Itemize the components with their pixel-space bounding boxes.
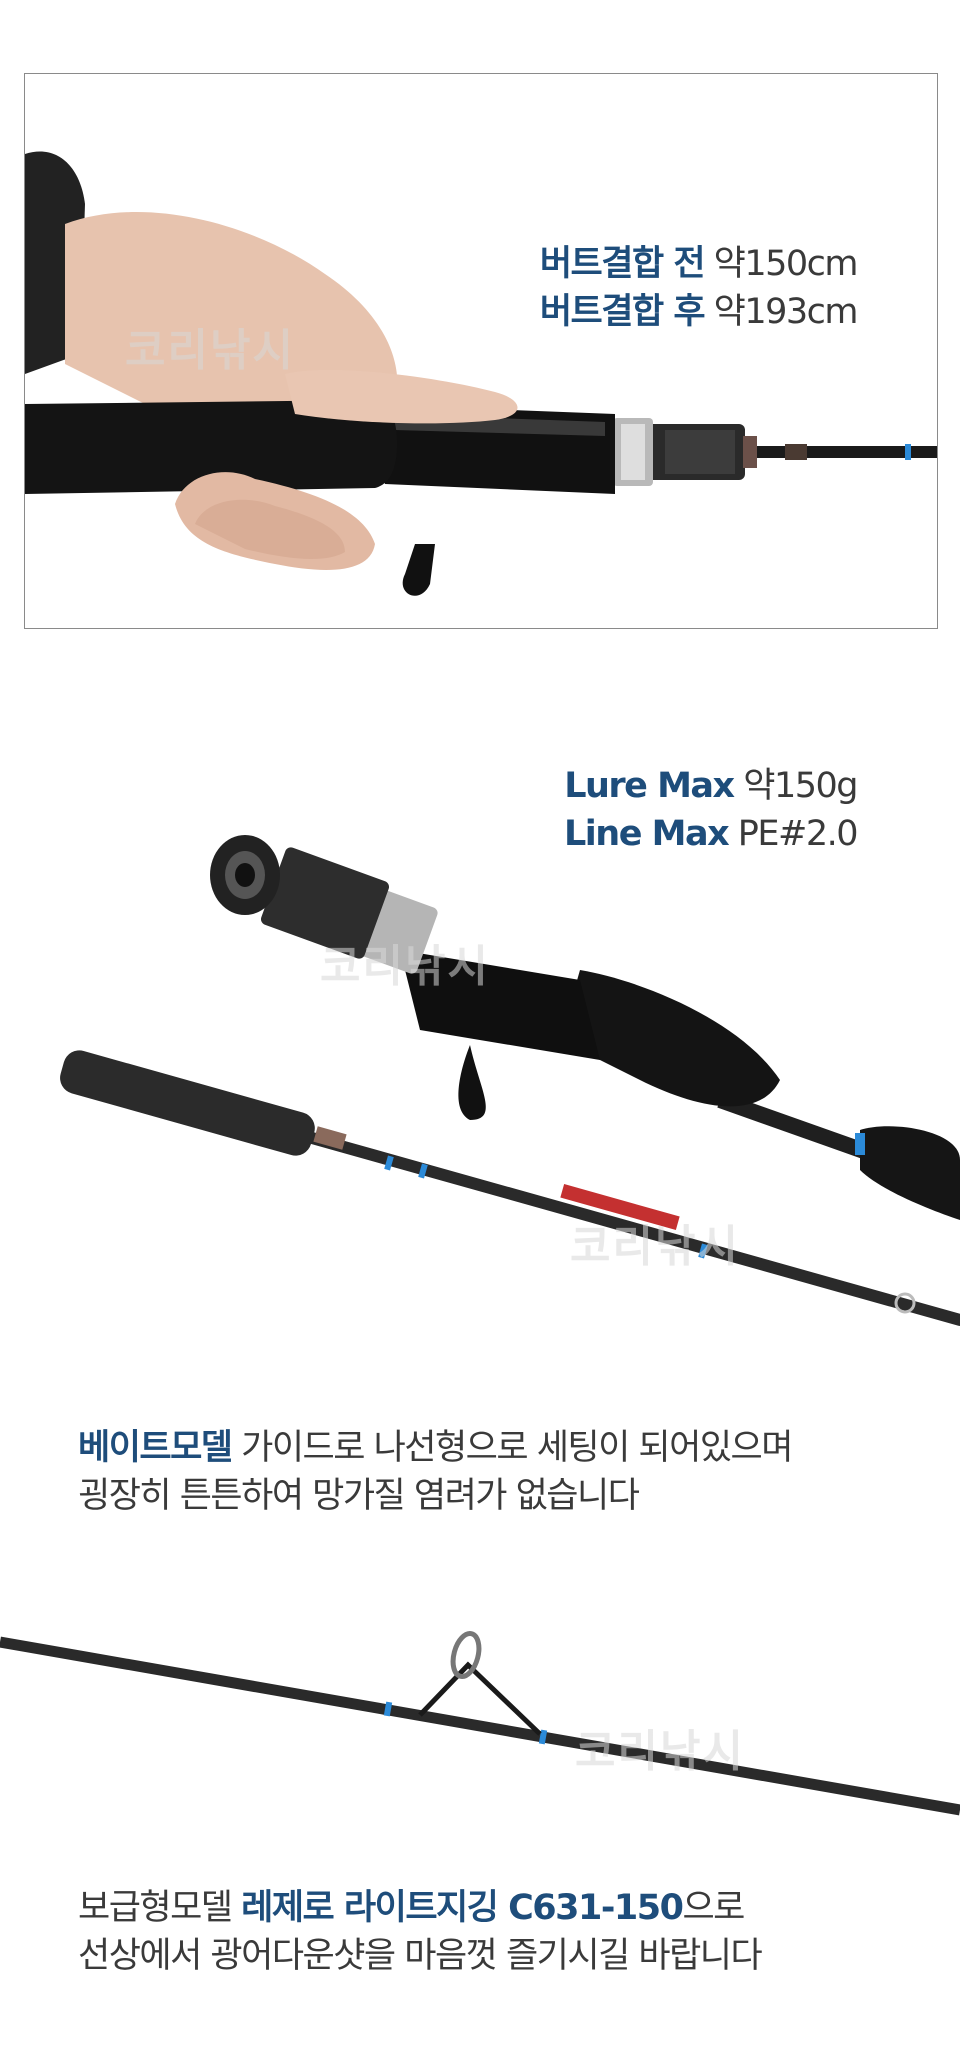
entry-model-line1: 보급형모델 레제로 라이트지깅 C631-150으로 <box>78 1884 761 1932</box>
length-after-line: 버트결합 후 약193cm <box>539 288 859 336</box>
length-after-value: 약193cm <box>704 292 859 332</box>
entry-model-name: 레제로 라이트지깅 C631-150 <box>241 1888 684 1928</box>
length-before-value: 약150cm <box>704 244 859 284</box>
rod-guide-illustration <box>0 1631 960 1816</box>
length-before-line: 버트결합 전 약150cm <box>539 240 859 288</box>
rod-length-spec: 버트결합 전 약150cm 버트결합 후 약193cm <box>539 240 859 336</box>
bait-model-label: 베이트모델 <box>78 1428 233 1468</box>
bait-model-desc: 가이드로 나선형으로 세팅이 되어있으며 <box>231 1428 793 1468</box>
entry-model-line2: 선상에서 광어다운샷을 마음껏 즐기시길 바랍니다 <box>78 1936 763 1976</box>
bait-model-line2: 굉장히 튼튼하여 망가질 염려가 없습니다 <box>78 1476 640 1516</box>
rod-product-photo: 코리낚시 코리낚시 <box>0 830 960 1370</box>
bait-model-description: 베이트모델 가이드로 나선형으로 세팅이 되어있으며 굉장히 튼튼하여 망가질 … <box>78 1424 793 1520</box>
length-after-label: 버트결합 후 <box>539 292 706 332</box>
lure-max-label: Lure Max <box>564 766 735 806</box>
lure-max-value: 약150g <box>733 766 858 806</box>
rod-illustration <box>60 835 960 1326</box>
rod-guide-photo: 코리낚시 <box>0 1610 960 1840</box>
bait-model-line1: 베이트모델 가이드로 나선형으로 세팅이 되어있으며 <box>78 1424 793 1472</box>
entry-model-description: 보급형모델 레제로 라이트지깅 C631-150으로 선상에서 광어다운샷을 마… <box>78 1884 763 1980</box>
entry-model-prefix: 보급형모델 <box>78 1888 242 1928</box>
entry-model-suffix: 으로 <box>682 1888 745 1928</box>
photo-frame-hand-grip: 코리낚시 <box>24 73 938 629</box>
hand-grip-illustration <box>25 151 937 596</box>
length-before-label: 버트결합 전 <box>539 244 706 284</box>
lure-max-line: Lure Max 약150g <box>564 762 858 810</box>
